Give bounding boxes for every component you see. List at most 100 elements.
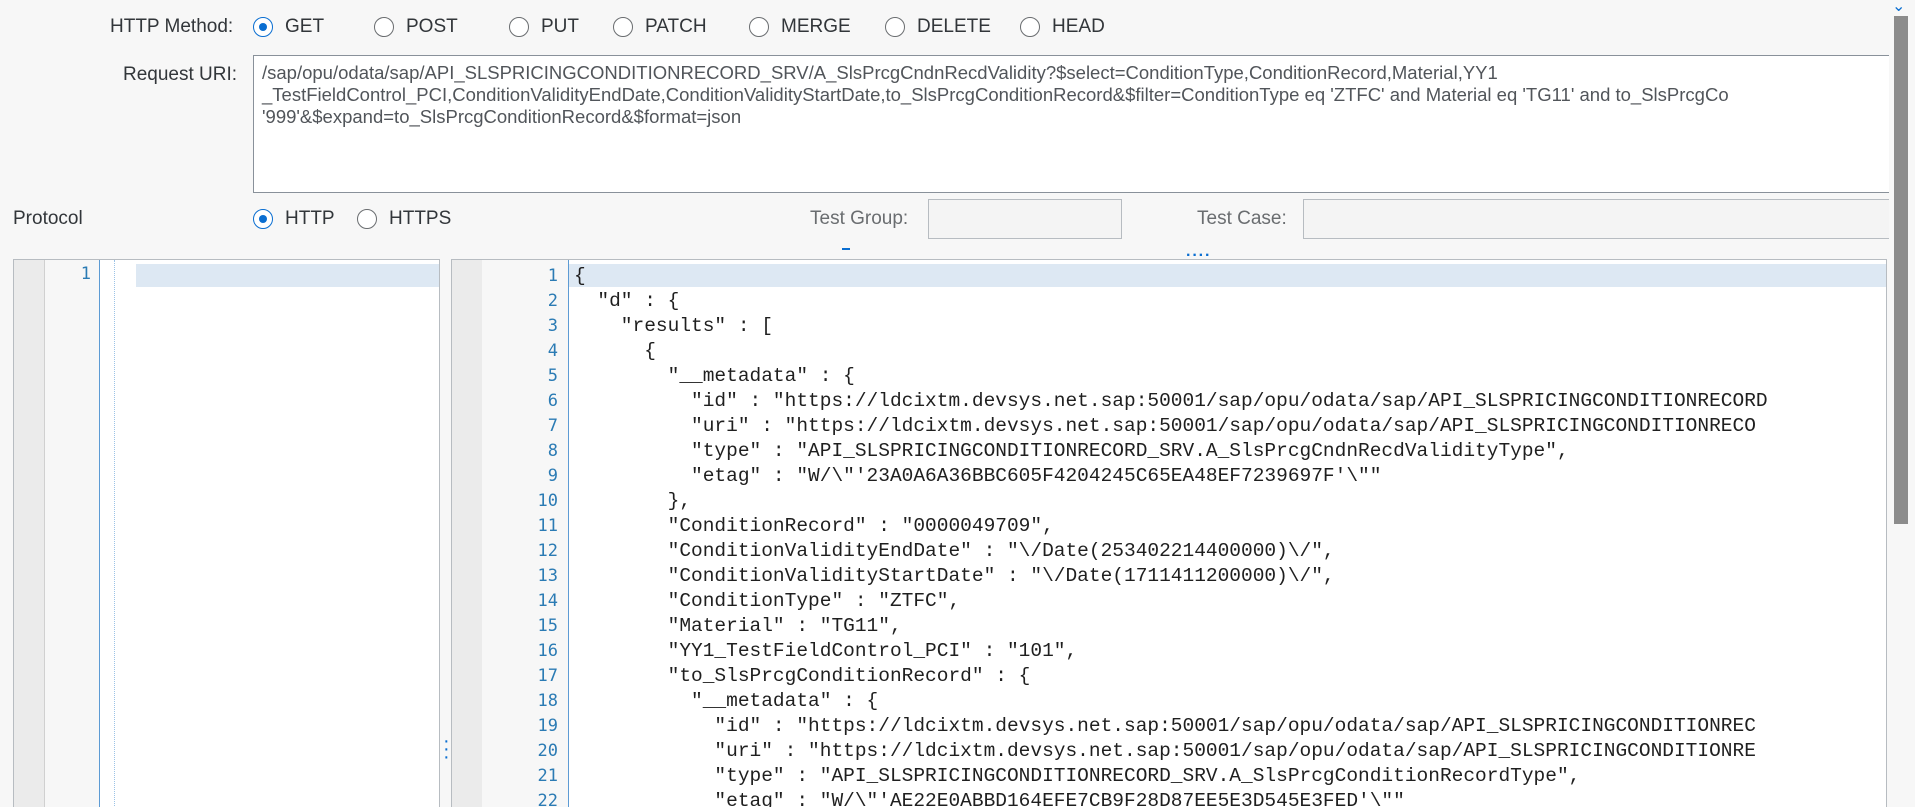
code-line: 21 "type" : "API_SLSPRICINGCONDITIONRECO…: [452, 764, 1886, 789]
code-text: {: [574, 340, 656, 362]
radio-button[interactable]: [613, 17, 633, 37]
line-number: 22: [537, 791, 558, 807]
http-method-label: HTTP Method:: [110, 16, 234, 37]
http-method-row: HTTP Method: GET POST PUT PATCH MERGE DE…: [0, 12, 1880, 42]
code-line: 22 "etag" : "W/\"'AE22E0ABBD164EFE7CB9F2…: [452, 789, 1886, 807]
radio-button[interactable]: [253, 17, 273, 37]
radio-button[interactable]: [357, 209, 377, 229]
line-number: 12: [537, 541, 558, 561]
code-line: 8 "type" : "API_SLSPRICINGCONDITIONRECOR…: [452, 439, 1886, 464]
code-text: "uri" : "https://ldcixtm.devsys.net.sap:…: [574, 740, 1756, 762]
code-text: "results" : [: [574, 315, 773, 337]
method-radio-head[interactable]: HEAD: [1020, 14, 1105, 40]
line-number: 11: [537, 516, 558, 536]
line-number: 3: [547, 316, 558, 336]
code-lines: 1{2 "d" : {3 "results" : [4 {5 "__metada…: [452, 264, 1886, 807]
code-text: "id" : "https://ldcixtm.devsys.net.sap:5…: [574, 715, 1756, 737]
code-line: 17 "to_SlsPrcgConditionRecord" : {: [452, 664, 1886, 689]
line-number: 18: [537, 691, 558, 711]
protocol-label: Protocol: [13, 208, 83, 229]
request-uri-input[interactable]: /sap/opu/odata/sap/API_SLSPRICINGCONDITI…: [253, 55, 1893, 193]
method-radio-merge[interactable]: MERGE: [749, 14, 851, 40]
editor-gutter: 1: [14, 260, 100, 807]
line-number: 10: [537, 491, 558, 511]
radio-button[interactable]: [1020, 17, 1040, 37]
line-number: 14: [537, 591, 558, 611]
line-number: 16: [537, 641, 558, 661]
code-text: "type" : "API_SLSPRICINGCONDITIONRECORD_…: [574, 440, 1569, 462]
protocol-label-http: HTTP: [285, 208, 335, 229]
active-line-highlight: [136, 264, 439, 287]
protocol-label-https: HTTPS: [389, 208, 452, 229]
line-number: 8: [547, 441, 558, 461]
line-number: 9: [547, 466, 558, 486]
code-text: "ConditionRecord" : "0000049709",: [574, 515, 1054, 537]
code-line: 10 },: [452, 489, 1886, 514]
line-number: 19: [537, 716, 558, 736]
method-radio-put[interactable]: PUT: [509, 14, 579, 40]
code-text: "Material" : "TG11",: [574, 615, 902, 637]
code-line: 19 "id" : "https://ldcixtm.devsys.net.sa…: [452, 714, 1886, 739]
method-label-put: PUT: [541, 16, 579, 37]
code-line: 4 {: [452, 339, 1886, 364]
line-number: 1: [80, 264, 91, 284]
line-number: 15: [537, 616, 558, 636]
code-text: "__metadata" : {: [574, 365, 855, 387]
method-radio-get[interactable]: GET: [253, 14, 324, 40]
code-text: "etag" : "W/\"'23A0A6A36BBC605F4204245C6…: [574, 465, 1382, 487]
code-line: 11 "ConditionRecord" : "0000049709",: [452, 514, 1886, 539]
code-line: 13 "ConditionValidityStartDate" : "\/Dat…: [452, 564, 1886, 589]
method-radio-delete[interactable]: DELETE: [885, 14, 991, 40]
radio-button[interactable]: [885, 17, 905, 37]
line-number: 4: [547, 341, 558, 361]
code-line: 3 "results" : [: [452, 314, 1886, 339]
radio-button[interactable]: [509, 17, 529, 37]
code-line: 18 "__metadata" : {: [452, 689, 1886, 714]
code-line: 15 "Material" : "TG11",: [452, 614, 1886, 639]
test-group-input[interactable]: [928, 199, 1122, 239]
method-radio-post[interactable]: POST: [374, 14, 458, 40]
code-text: "ConditionValidityStartDate" : "\/Date(1…: [574, 565, 1335, 587]
code-line: 16 "YY1_TestFieldControl_PCI" : "101",: [452, 639, 1886, 664]
code-text: "__metadata" : {: [574, 690, 879, 712]
method-label-post: POST: [406, 16, 458, 37]
method-radio-patch[interactable]: PATCH: [613, 14, 707, 40]
resize-tick: [842, 248, 850, 250]
test-group-label: Test Group:: [810, 208, 909, 229]
code-text: "etag" : "W/\"'AE22E0ABBD164EFE7CB9F28D8…: [574, 790, 1405, 807]
method-label-get: GET: [285, 16, 325, 37]
request-uri-label: Request URI:: [123, 64, 238, 85]
radio-button[interactable]: [253, 209, 273, 229]
code-line: 14 "ConditionType" : "ZTFC",: [452, 589, 1886, 614]
line-number: 20: [537, 741, 558, 761]
line-number: 6: [547, 391, 558, 411]
code-text: "to_SlsPrcgConditionRecord" : {: [574, 665, 1031, 687]
line-number: 17: [537, 666, 558, 686]
code-text: "d" : {: [574, 290, 680, 312]
chevron-down-icon[interactable]: ⌄: [1892, 0, 1905, 16]
line-number: 5: [547, 366, 558, 386]
vertical-scrollbar[interactable]: ⌄: [1889, 0, 1915, 807]
method-label-delete: DELETE: [917, 16, 991, 37]
method-label-patch: PATCH: [645, 16, 707, 37]
code-text: "type" : "API_SLSPRICINGCONDITIONRECORD_…: [574, 765, 1581, 787]
code-line: 1{: [452, 264, 1886, 289]
protocol-radio-http[interactable]: HTTP: [253, 206, 335, 232]
code-line: 7 "uri" : "https://ldcixtm.devsys.net.sa…: [452, 414, 1886, 439]
code-text: "YY1_TestFieldControl_PCI" : "101",: [574, 640, 1078, 662]
method-label-head: HEAD: [1052, 16, 1105, 37]
code-text: "ConditionType" : "ZTFC",: [574, 590, 961, 612]
code-text: "uri" : "https://ldcixtm.devsys.net.sap:…: [574, 415, 1756, 437]
protocol-radio-https[interactable]: HTTPS: [357, 206, 451, 232]
splitter-handle[interactable]: · · ·: [443, 731, 450, 767]
test-case-input[interactable]: [1303, 199, 1893, 239]
code-line: 12 "ConditionValidityEndDate" : "\/Date(…: [452, 539, 1886, 564]
method-label-merge: MERGE: [781, 16, 851, 37]
code-text: {: [574, 265, 586, 287]
request-body-editor[interactable]: 1: [13, 259, 440, 807]
test-case-label: Test Case:: [1197, 208, 1287, 229]
scrollbar-thumb[interactable]: [1894, 16, 1908, 524]
radio-button[interactable]: [749, 17, 769, 37]
radio-button[interactable]: [374, 17, 394, 37]
response-editor[interactable]: 1{2 "d" : {3 "results" : [4 {5 "__metada…: [451, 259, 1887, 807]
